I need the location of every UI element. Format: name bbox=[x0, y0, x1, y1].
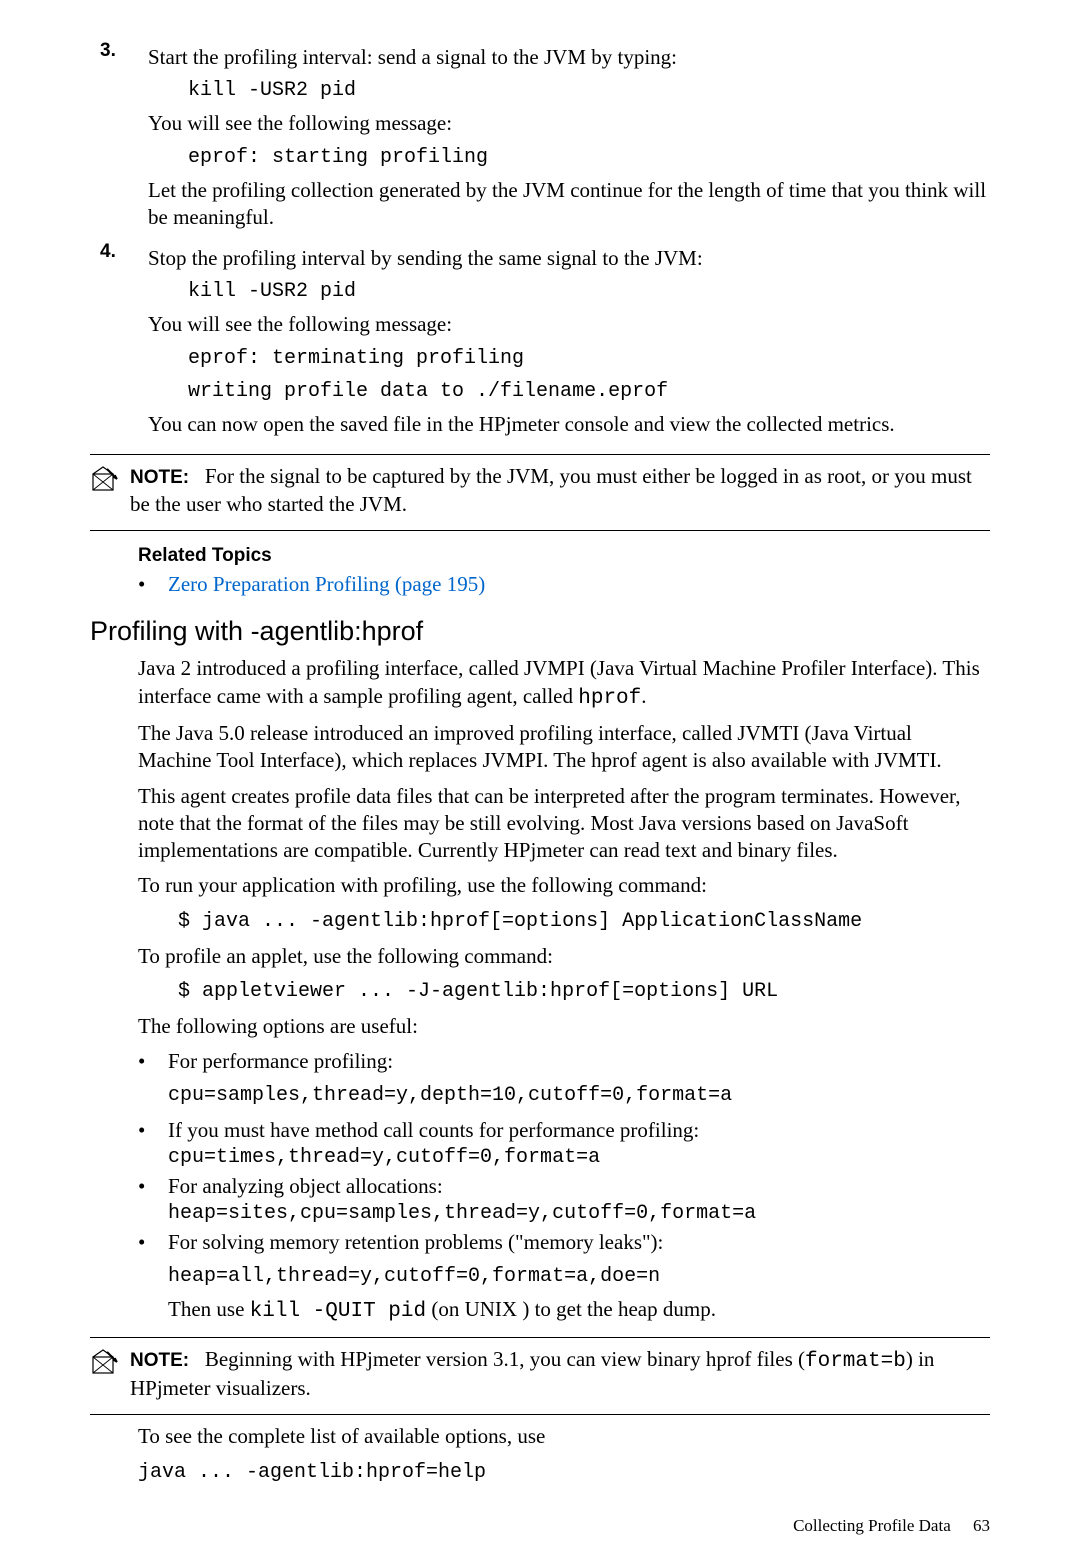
bullet-text: If you must have method call counts for … bbox=[168, 1117, 990, 1144]
related-topic-item: • Zero Preparation Profiling (page 195) bbox=[138, 571, 990, 598]
bullet-object-allocations: • For analyzing object allocations: heap… bbox=[138, 1173, 990, 1227]
step-4-intro: Stop the profiling interval by sending t… bbox=[148, 245, 990, 272]
step-4-number: 4. bbox=[90, 241, 148, 442]
step-3-code-eprof: eprof: starting profiling bbox=[188, 144, 990, 171]
page-content: 3. Start the profiling interval: send a … bbox=[0, 0, 1080, 1566]
bullet-code: cpu=samples,thread=y,depth=10,cutoff=0,f… bbox=[168, 1082, 990, 1109]
step-3: 3. Start the profiling interval: send a … bbox=[90, 40, 990, 235]
page-footer: Collecting Profile Data 63 bbox=[90, 1516, 990, 1536]
step-4-code-eprof: eprof: terminating profiling bbox=[188, 345, 990, 372]
link-zero-prep-profiling[interactable]: Zero Preparation Profiling (page 195) bbox=[168, 572, 485, 596]
bullet-text: For solving memory retention problems ("… bbox=[168, 1229, 990, 1256]
code-java-agentlib: $ java ... -agentlib:hprof[=options] App… bbox=[178, 908, 990, 935]
note-icon bbox=[90, 463, 130, 495]
divider bbox=[90, 454, 990, 455]
divider bbox=[90, 1337, 990, 1338]
bullet-dot: • bbox=[138, 1117, 168, 1171]
bullet-dot: • bbox=[138, 1048, 168, 1114]
step-3-number: 3. bbox=[90, 40, 148, 235]
para-options-useful: The following options are useful: bbox=[138, 1013, 990, 1040]
bullet-code: heap=sites,cpu=samples,thread=y,cutoff=0… bbox=[168, 1200, 990, 1227]
para-applet: To profile an applet, use the following … bbox=[138, 943, 990, 970]
step-3-intro: Start the profiling interval: send a sig… bbox=[148, 44, 990, 71]
code-hprof: hprof bbox=[578, 687, 641, 710]
step-4-code-kill: kill -USR2 pid bbox=[188, 278, 990, 305]
bullet-memory-leaks: • For solving memory retention problems … bbox=[138, 1229, 990, 1325]
note-binary-hprof: NOTE: Beginning with HPjmeter version 3.… bbox=[90, 1346, 990, 1403]
note-label: NOTE: bbox=[130, 1350, 189, 1371]
bullet-tail: Then use kill -QUIT pid (on UNIX ) to ge… bbox=[168, 1296, 990, 1325]
note-body: For the signal to be captured by the JVM… bbox=[130, 464, 972, 516]
note-binary-hprof-text: NOTE: Beginning with HPjmeter version 3.… bbox=[130, 1346, 990, 1403]
related-topics-heading: Related Topics bbox=[138, 545, 990, 567]
code-kill-quit: kill -QUIT pid bbox=[250, 1300, 426, 1323]
step-4-msg-intro: You will see the following message: bbox=[148, 311, 990, 338]
footer-title: Collecting Profile Data bbox=[793, 1516, 951, 1535]
para-complete-list: To see the complete list of available op… bbox=[138, 1423, 990, 1450]
step-3-body: Start the profiling interval: send a sig… bbox=[148, 40, 990, 235]
bullet-dot: • bbox=[138, 1229, 168, 1325]
note-signal: NOTE: For the signal to be captured by t… bbox=[90, 463, 990, 518]
step-4: 4. Stop the profiling interval by sendin… bbox=[90, 241, 990, 442]
bullet-code: heap=all,thread=y,cutoff=0,format=a,doe=… bbox=[168, 1263, 990, 1290]
note-icon bbox=[90, 1346, 130, 1378]
bullet-text: For performance profiling: bbox=[168, 1048, 990, 1075]
para-jvmti: The Java 5.0 release introduced an impro… bbox=[138, 720, 990, 775]
step-3-code-kill: kill -USR2 pid bbox=[188, 77, 990, 104]
step-4-body: Stop the profiling interval by sending t… bbox=[148, 241, 990, 442]
para-jvmpi: Java 2 introduced a profiling interface,… bbox=[138, 655, 990, 712]
heading-agentlib-hprof: Profiling with -agentlib:hprof bbox=[90, 616, 990, 647]
bullet-text: For analyzing object allocations: bbox=[168, 1173, 990, 1200]
bullet-dot: • bbox=[138, 571, 168, 598]
note-label: NOTE: bbox=[130, 467, 189, 488]
divider bbox=[90, 1414, 990, 1415]
step-3-msg-intro: You will see the following message: bbox=[148, 110, 990, 137]
footer-page-number: 63 bbox=[973, 1516, 990, 1536]
step-3-tail: Let the profiling collection generated b… bbox=[148, 177, 990, 232]
step-4-code-writing: writing profile data to ./filename.eprof bbox=[188, 378, 990, 405]
divider bbox=[90, 530, 990, 531]
step-4-tail: You can now open the saved file in the H… bbox=[148, 411, 990, 438]
bullet-dot: • bbox=[138, 1173, 168, 1227]
code-format-b: format=b bbox=[805, 1350, 906, 1373]
bullet-code: cpu=times,thread=y,cutoff=0,format=a bbox=[168, 1144, 990, 1171]
code-appletviewer: $ appletviewer ... -J-agentlib:hprof[=op… bbox=[178, 978, 990, 1005]
code-hprof-help: java ... -agentlib:hprof=help bbox=[138, 1459, 990, 1486]
para-agent-desc: This agent creates profile data files th… bbox=[138, 783, 990, 865]
note-signal-text: NOTE: For the signal to be captured by t… bbox=[130, 463, 990, 518]
bullet-method-call-counts: • If you must have method call counts fo… bbox=[138, 1117, 990, 1171]
para-run-app: To run your application with profiling, … bbox=[138, 872, 990, 899]
bullet-perf-profiling: • For performance profiling: cpu=samples… bbox=[138, 1048, 990, 1114]
